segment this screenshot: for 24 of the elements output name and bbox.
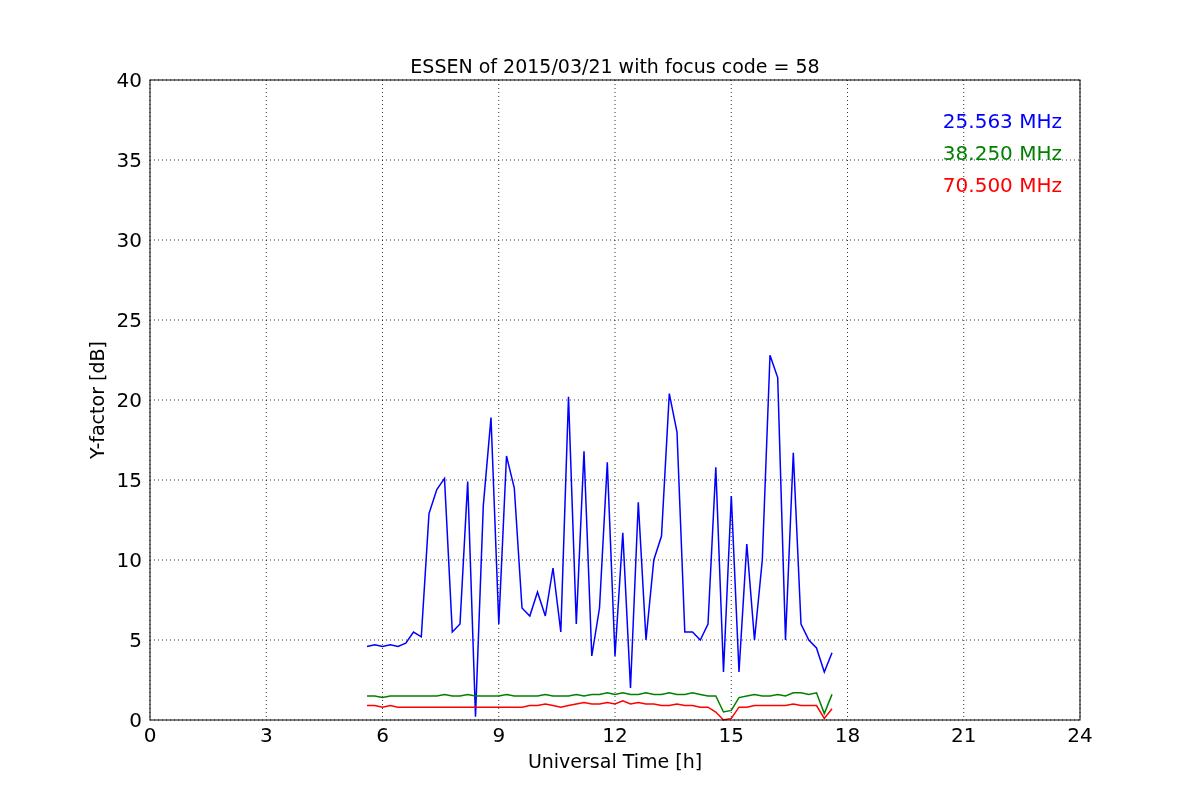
x-tick-label: 15 — [718, 723, 744, 747]
legend-label: 25.563 MHz — [942, 109, 1062, 133]
y-tick-label: 15 — [116, 468, 142, 492]
x-axis-label: Universal Time [h] — [527, 750, 703, 772]
y-tick-label: 25 — [116, 308, 142, 332]
y-tick-label: 35 — [116, 148, 142, 172]
y-tick-label: 0 — [129, 708, 142, 732]
y-tick-label: 20 — [116, 388, 142, 412]
x-tick-label: 12 — [602, 723, 628, 747]
x-tick-label: 9 — [492, 723, 506, 747]
x-tick-label: 0 — [143, 723, 157, 747]
legend-label: 38.250 MHz — [942, 141, 1062, 165]
chart-title: ESSEN of 2015/03/21 with focus code = 58 — [410, 55, 820, 77]
y-axis-label: Y-factor [dB] — [86, 341, 108, 459]
y-tick-label: 10 — [116, 548, 142, 572]
x-tick-label: 18 — [834, 723, 861, 747]
x-tick-label: 3 — [259, 723, 273, 747]
x-tick-label: 21 — [951, 723, 977, 747]
x-tick-label: 6 — [376, 723, 389, 747]
x-tick-label: 24 — [1067, 723, 1093, 747]
y-tick-label: 5 — [129, 628, 142, 652]
y-tick-label: 40 — [116, 68, 142, 92]
legend-label: 70.500 MHz — [942, 173, 1062, 197]
y-tick-label: 30 — [116, 228, 142, 252]
